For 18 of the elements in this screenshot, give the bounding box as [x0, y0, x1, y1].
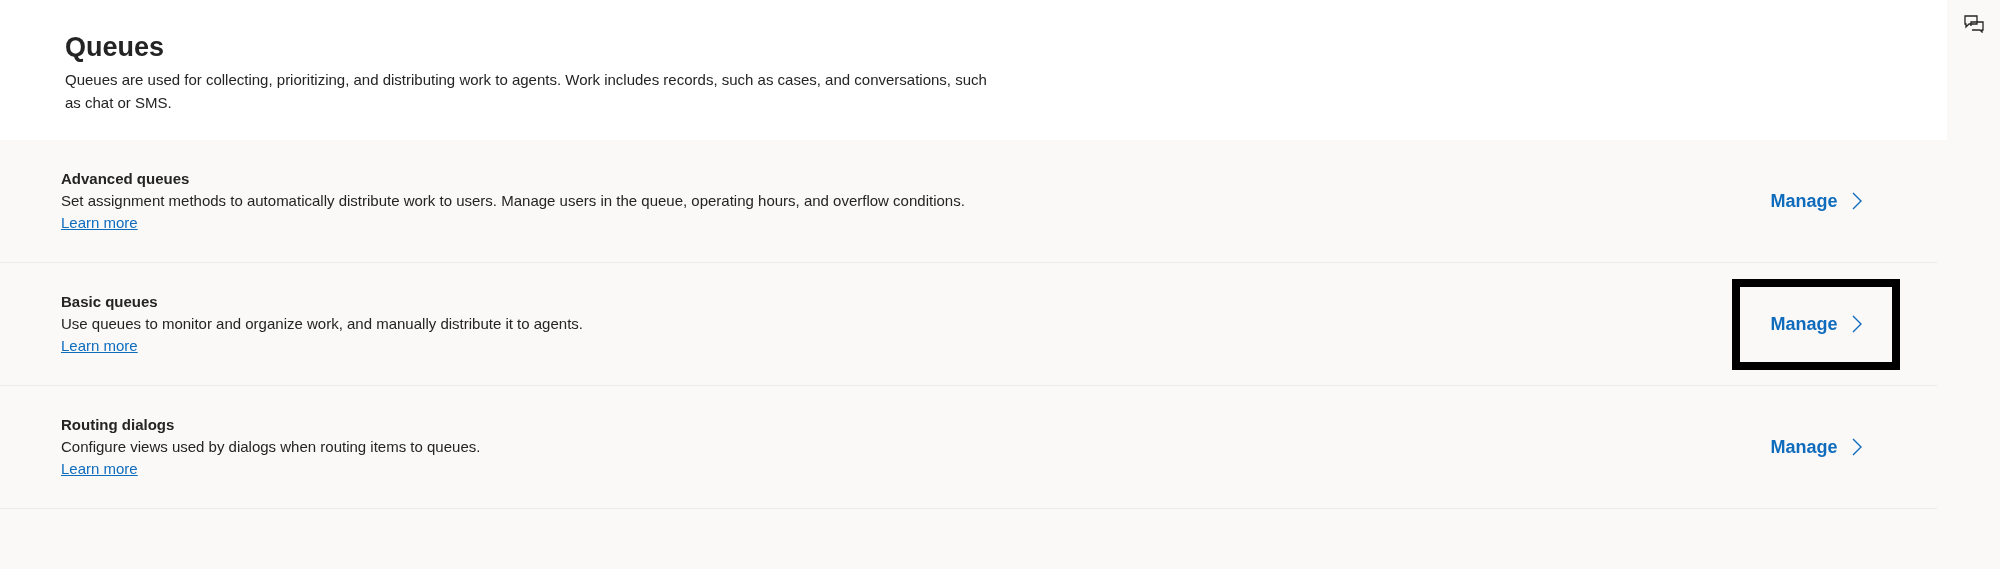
manage-button[interactable]: Manage: [1732, 278, 1900, 370]
section-description: Set assignment methods to automatically distribute work to users. Manage users in the queue, operating hours, and overflow conditions.: [61, 191, 966, 211]
section-title: Routing dialogs: [61, 415, 176, 435]
chat-icon[interactable]: [1963, 15, 1984, 33]
page-title: Queues: [65, 31, 166, 64]
chevron-right-icon: [1851, 438, 1862, 456]
page-description: Queues are used for collecting, prioritizing, and distributing work to agents. Work includes records, such as cases, and conversations, such as chat or SMS.: [65, 70, 988, 113]
section-description: Configure views used by dialogs when routing items to queues.: [61, 437, 482, 457]
manage-button[interactable]: Manage: [1732, 401, 1900, 493]
chevron-right-icon: [1851, 315, 1862, 333]
learn-more-link[interactable]: Learn more: [61, 335, 138, 357]
manage-button[interactable]: Manage: [1732, 155, 1900, 247]
learn-more-link[interactable]: Learn more: [61, 212, 138, 234]
section-description: Use queues to monitor and organize work, and manually distribute it to agents.: [61, 314, 584, 334]
chevron-right-icon: [1851, 192, 1862, 210]
section-title: Advanced queues: [61, 169, 191, 189]
section-title: Basic queues: [61, 292, 159, 312]
learn-more-link[interactable]: Learn more: [61, 458, 138, 480]
